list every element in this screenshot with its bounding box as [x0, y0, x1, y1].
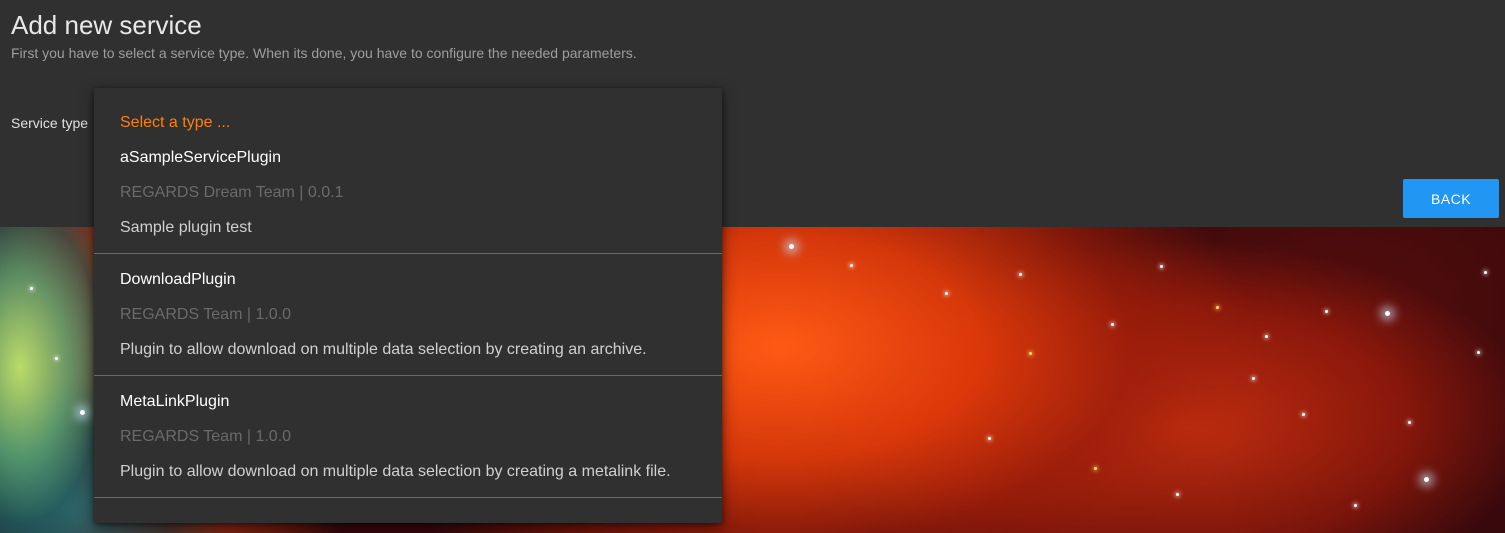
star: [1176, 493, 1179, 496]
star: [1019, 273, 1022, 276]
star: [1424, 477, 1429, 482]
page-subtitle: First you have to select a service type.…: [11, 45, 637, 61]
star: [1029, 352, 1032, 355]
service-option-metalinkplugin[interactable]: MetaLinkPlugin REGARDS Team | 1.0.0 Plug…: [94, 393, 722, 514]
service-type-dropdown-menu[interactable]: Select a type ... aSampleServicePlugin R…: [94, 88, 722, 523]
star: [1484, 271, 1487, 274]
select-type-placeholder-option[interactable]: Select a type ...: [120, 114, 230, 132]
star: [30, 287, 33, 290]
service-option-downloadplugin[interactable]: DownloadPlugin REGARDS Team | 1.0.0 Plug…: [94, 271, 722, 392]
service-option-asampleserviceplugin[interactable]: aSampleServicePlugin REGARDS Dream Team …: [94, 149, 722, 270]
star: [1385, 311, 1390, 316]
page-title: Add new service: [11, 10, 202, 40]
option-divider: [94, 253, 722, 254]
star: [1265, 335, 1268, 338]
option-author-version: REGARDS Team | 1.0.0: [120, 306, 292, 323]
option-description: Plugin to allow download on multiple dat…: [120, 463, 671, 480]
option-description: Sample plugin test: [120, 219, 252, 236]
star: [1325, 310, 1328, 313]
star: [80, 410, 85, 415]
star: [945, 292, 948, 295]
star: [1477, 351, 1480, 354]
option-divider: [94, 497, 722, 498]
star: [789, 244, 794, 249]
option-name: aSampleServicePlugin: [120, 149, 281, 166]
service-type-label: Service type: [11, 115, 89, 131]
option-author-version: REGARDS Dream Team | 0.0.1: [120, 184, 344, 201]
star: [1408, 421, 1411, 424]
star: [1160, 265, 1163, 268]
star: [988, 437, 991, 440]
star: [55, 357, 58, 360]
star: [850, 264, 853, 267]
page: Add new service First you have to select…: [0, 0, 1505, 533]
star: [1094, 467, 1097, 470]
star: [1111, 323, 1114, 326]
star: [1354, 504, 1357, 507]
option-name: MetaLinkPlugin: [120, 393, 230, 410]
star: [1216, 306, 1219, 309]
option-description: Plugin to allow download on multiple dat…: [120, 341, 647, 358]
option-divider: [94, 375, 722, 376]
option-author-version: REGARDS Team | 1.0.0: [120, 428, 292, 445]
back-button[interactable]: BACK: [1403, 179, 1499, 218]
option-name: DownloadPlugin: [120, 271, 236, 288]
star: [1252, 377, 1255, 380]
star: [1302, 413, 1305, 416]
